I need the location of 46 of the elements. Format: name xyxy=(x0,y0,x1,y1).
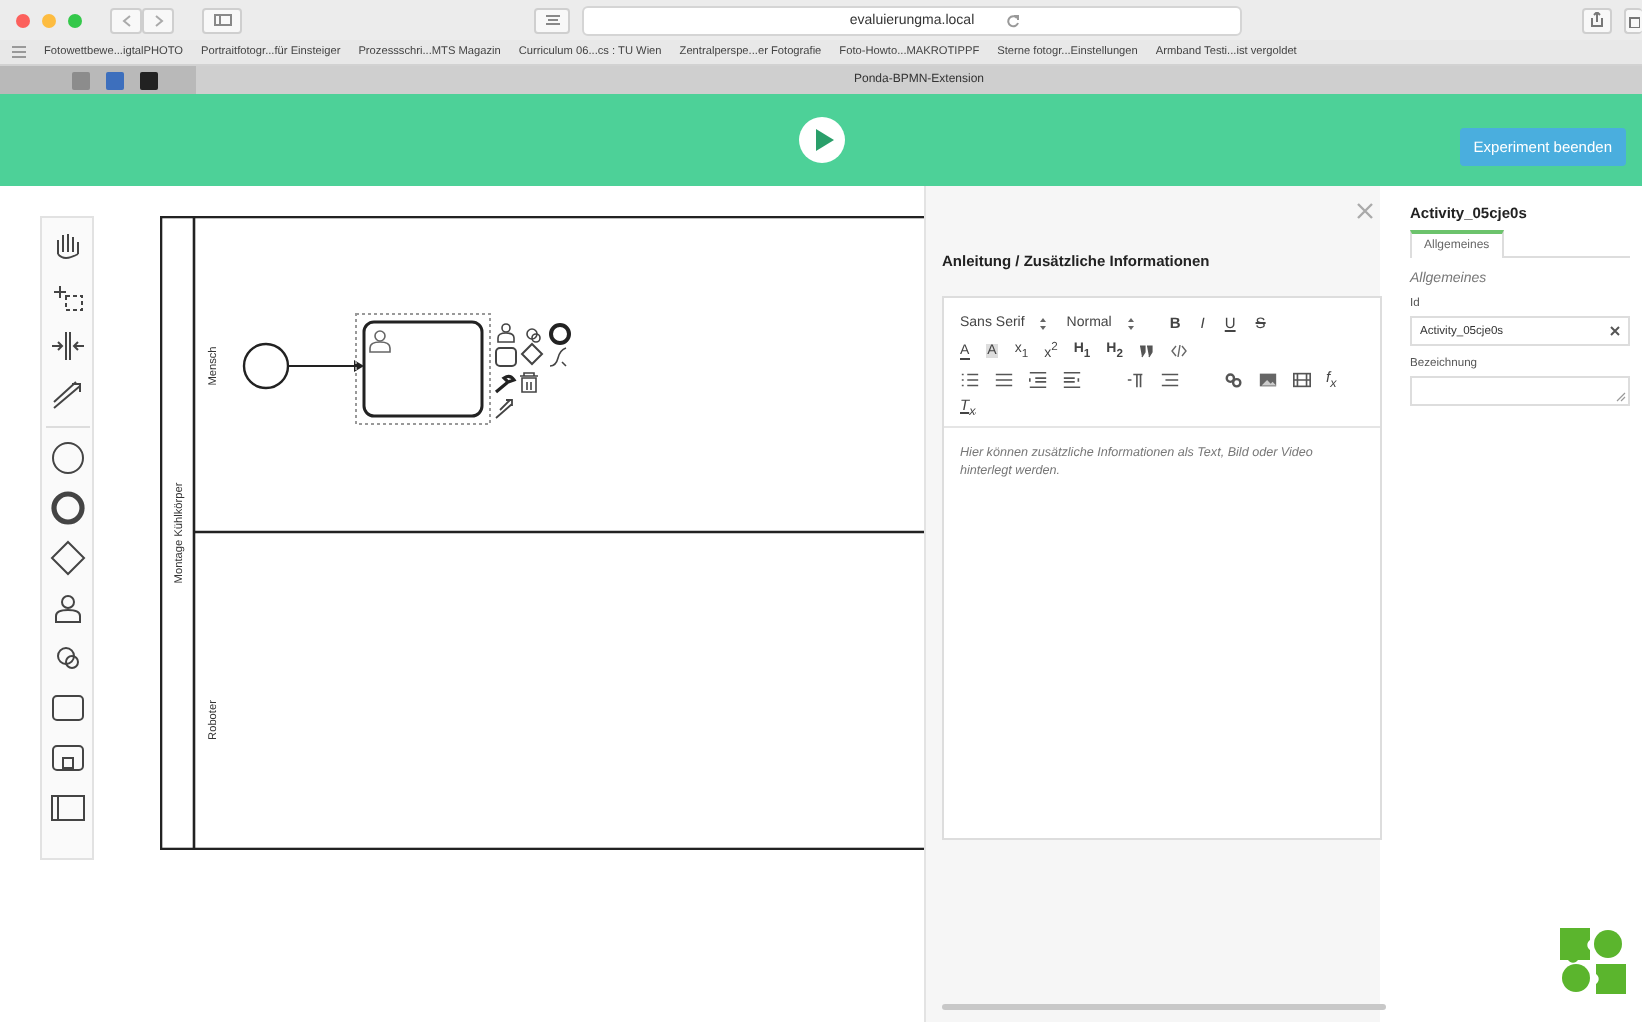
sidebar-button[interactable] xyxy=(202,7,242,33)
share-button[interactable] xyxy=(1582,7,1612,33)
gateway-icon[interactable] xyxy=(520,342,544,366)
bullet-list-icon[interactable] xyxy=(994,369,1014,389)
indent-icon[interactable] xyxy=(1062,369,1082,389)
quote-icon[interactable] xyxy=(1138,344,1155,358)
start-event xyxy=(242,342,290,390)
chevron-left-icon xyxy=(121,13,131,27)
reload-icon[interactable] xyxy=(1006,13,1020,27)
lines-icon xyxy=(545,14,559,26)
code-icon[interactable] xyxy=(1170,344,1189,358)
end-event-icon[interactable] xyxy=(47,488,87,528)
name-field[interactable] xyxy=(1410,376,1630,406)
user-task-icon[interactable] xyxy=(497,323,515,343)
logo xyxy=(1560,928,1626,994)
align-icon[interactable] xyxy=(1160,369,1180,389)
link-icon[interactable] xyxy=(1224,369,1244,389)
image-icon[interactable] xyxy=(1258,369,1278,389)
connect-icon[interactable] xyxy=(495,399,513,419)
caret-icon xyxy=(1040,317,1047,329)
tabs-icon xyxy=(1628,13,1640,27)
paragraph-direction-icon[interactable] xyxy=(1126,369,1146,389)
caret-icon xyxy=(1127,317,1134,329)
sequence-flow xyxy=(287,360,364,372)
chevron-right-icon xyxy=(153,13,163,27)
trash-icon[interactable] xyxy=(519,372,539,393)
task-icon[interactable] xyxy=(495,347,517,367)
clear-icon[interactable] xyxy=(1610,326,1620,336)
scrollbar[interactable] xyxy=(942,1004,1386,1010)
sidebar-icon xyxy=(213,14,231,26)
tabs-button[interactable] xyxy=(1624,7,1642,33)
wrench-icon[interactable] xyxy=(494,374,516,394)
resize-handle-icon xyxy=(1616,392,1626,402)
close-window-button[interactable] xyxy=(16,13,30,27)
outdent-icon[interactable] xyxy=(1028,369,1048,389)
start-event-icon[interactable] xyxy=(47,438,87,478)
reader-button[interactable] xyxy=(534,7,570,33)
video-icon[interactable] xyxy=(1292,369,1312,389)
connector-icon[interactable] xyxy=(549,347,567,367)
space-tool-icon[interactable] xyxy=(47,326,87,366)
end-event-icon[interactable] xyxy=(549,323,571,345)
play-button[interactable] xyxy=(797,116,845,164)
share-icon xyxy=(1590,12,1604,28)
gateway-icon[interactable] xyxy=(47,538,87,578)
ordered-list-icon[interactable] xyxy=(960,369,980,389)
user-icon xyxy=(369,330,391,353)
